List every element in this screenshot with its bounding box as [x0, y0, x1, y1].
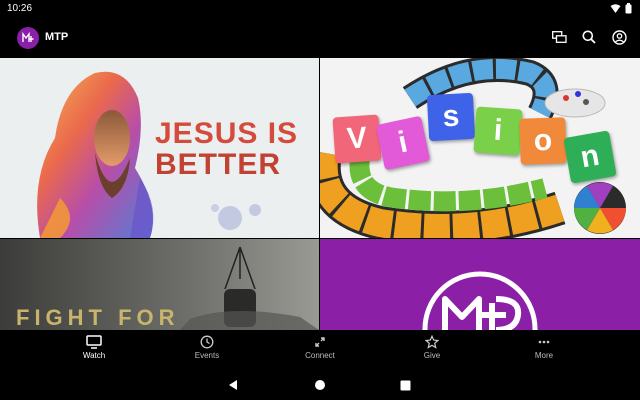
star-icon — [425, 335, 439, 349]
vision-letter-4: i — [473, 106, 523, 156]
nav-events[interactable]: Events — [167, 335, 247, 360]
status-icons — [610, 3, 632, 14]
vision-card[interactable]: V i s i o n — [320, 58, 640, 238]
mtp-logo[interactable] — [17, 27, 39, 49]
nav-watch-label: Watch — [82, 351, 106, 360]
app-bar: MTP — [0, 18, 640, 58]
tv-icon — [86, 335, 102, 349]
home-icon[interactable] — [314, 378, 326, 396]
mtp-logo-large-icon — [422, 271, 538, 330]
nav-events-label: Events — [194, 351, 220, 360]
nav-connect-label: Connect — [305, 351, 335, 360]
fight-for-card[interactable]: FIGHT FOR — [0, 239, 319, 330]
battery-icon — [625, 3, 632, 14]
vision-letter-1: V — [332, 114, 382, 164]
nav-more[interactable]: More — [504, 335, 584, 360]
nav-give-label: Give — [423, 351, 441, 360]
content-grid: JESUS IS BETTER V i s i o n FIGHT FOR — [0, 58, 640, 330]
jesus-is-better-card[interactable]: JESUS IS BETTER — [0, 58, 319, 238]
system-nav-bar — [0, 368, 640, 400]
vision-letter-2: i — [375, 115, 431, 171]
nav-give[interactable]: Give — [392, 335, 472, 360]
vision-letter-3: s — [426, 92, 476, 142]
title-line-1: JESUS IS — [155, 117, 299, 150]
chat-icon[interactable] — [550, 28, 568, 46]
search-icon[interactable] — [580, 28, 598, 46]
logo-mark-icon — [22, 31, 34, 42]
nav-more-label: More — [534, 351, 554, 360]
vision-letter-6: n — [563, 130, 617, 184]
title-line-2: BETTER — [155, 148, 281, 181]
app-title: MTP — [45, 31, 69, 43]
nav-watch[interactable]: Watch — [54, 335, 134, 360]
jesus-is-better-title: JESUS IS BETTER — [155, 118, 298, 180]
wifi-icon — [610, 3, 621, 13]
fight-for-title: FIGHT FOR — [16, 305, 180, 330]
more-icon — [538, 340, 550, 344]
back-icon[interactable] — [228, 378, 238, 396]
account-icon[interactable] — [610, 28, 628, 46]
clock-time: 10:26 — [7, 3, 33, 14]
mtp-brand-card[interactable] — [320, 239, 640, 330]
vision-letter-5: o — [519, 117, 567, 165]
connect-icon — [315, 337, 325, 347]
recents-icon[interactable] — [400, 378, 411, 396]
clock-icon — [200, 335, 214, 349]
status-bar: 10:26 — [0, 0, 640, 18]
bottom-nav: Watch Events Connect Give More — [0, 330, 640, 368]
nav-connect[interactable]: Connect — [280, 335, 360, 360]
